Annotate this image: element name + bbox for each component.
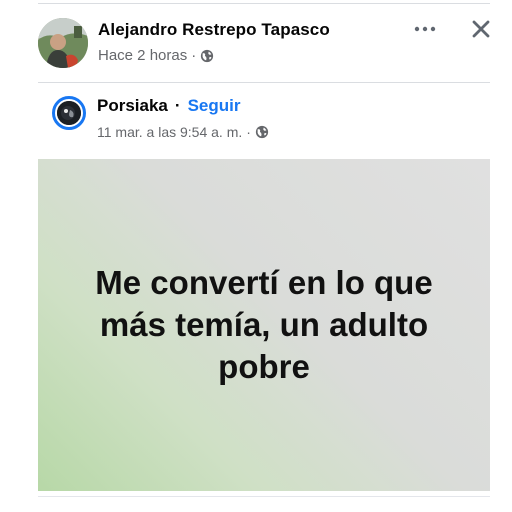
shared-post-date[interactable]: 11 mar. a las 9:54 a. m. <box>97 124 242 140</box>
post-text: Me convertí en lo que más temía, un adul… <box>95 264 433 385</box>
post-meta: Hace 2 horas · <box>98 47 214 64</box>
shared-meta-separator: · <box>246 124 251 140</box>
author-avatar[interactable] <box>38 18 88 68</box>
author-name[interactable]: Alejandro Restrepo Tapasco <box>98 20 330 40</box>
text-post-card[interactable]: Me convertí en lo que más temía, un adul… <box>38 159 490 491</box>
globe-icon[interactable] <box>200 49 214 63</box>
header-divider <box>38 82 490 83</box>
page-name[interactable]: Porsiaka <box>97 96 168 116</box>
post-time[interactable]: Hace 2 horas <box>98 47 187 64</box>
bottom-divider <box>38 496 490 497</box>
top-divider <box>38 3 490 4</box>
shared-post-meta: 11 mar. a las 9:54 a. m. · <box>97 124 269 140</box>
page-avatar[interactable] <box>52 96 86 130</box>
meta-separator: · <box>191 47 197 64</box>
more-horizontal-icon[interactable] <box>410 16 440 42</box>
post-header: Alejandro Restrepo Tapasco Hace 2 horas … <box>38 16 498 70</box>
shared-post-header: Porsiaka · Seguir 11 mar. a las 9:54 a. … <box>52 96 492 148</box>
page-separator: · <box>174 96 181 115</box>
follow-button[interactable]: Seguir <box>188 96 241 116</box>
close-icon[interactable] <box>466 16 496 42</box>
page-logo <box>57 101 81 125</box>
page-line: Porsiaka · Seguir <box>97 96 240 116</box>
globe-icon[interactable] <box>255 125 269 139</box>
